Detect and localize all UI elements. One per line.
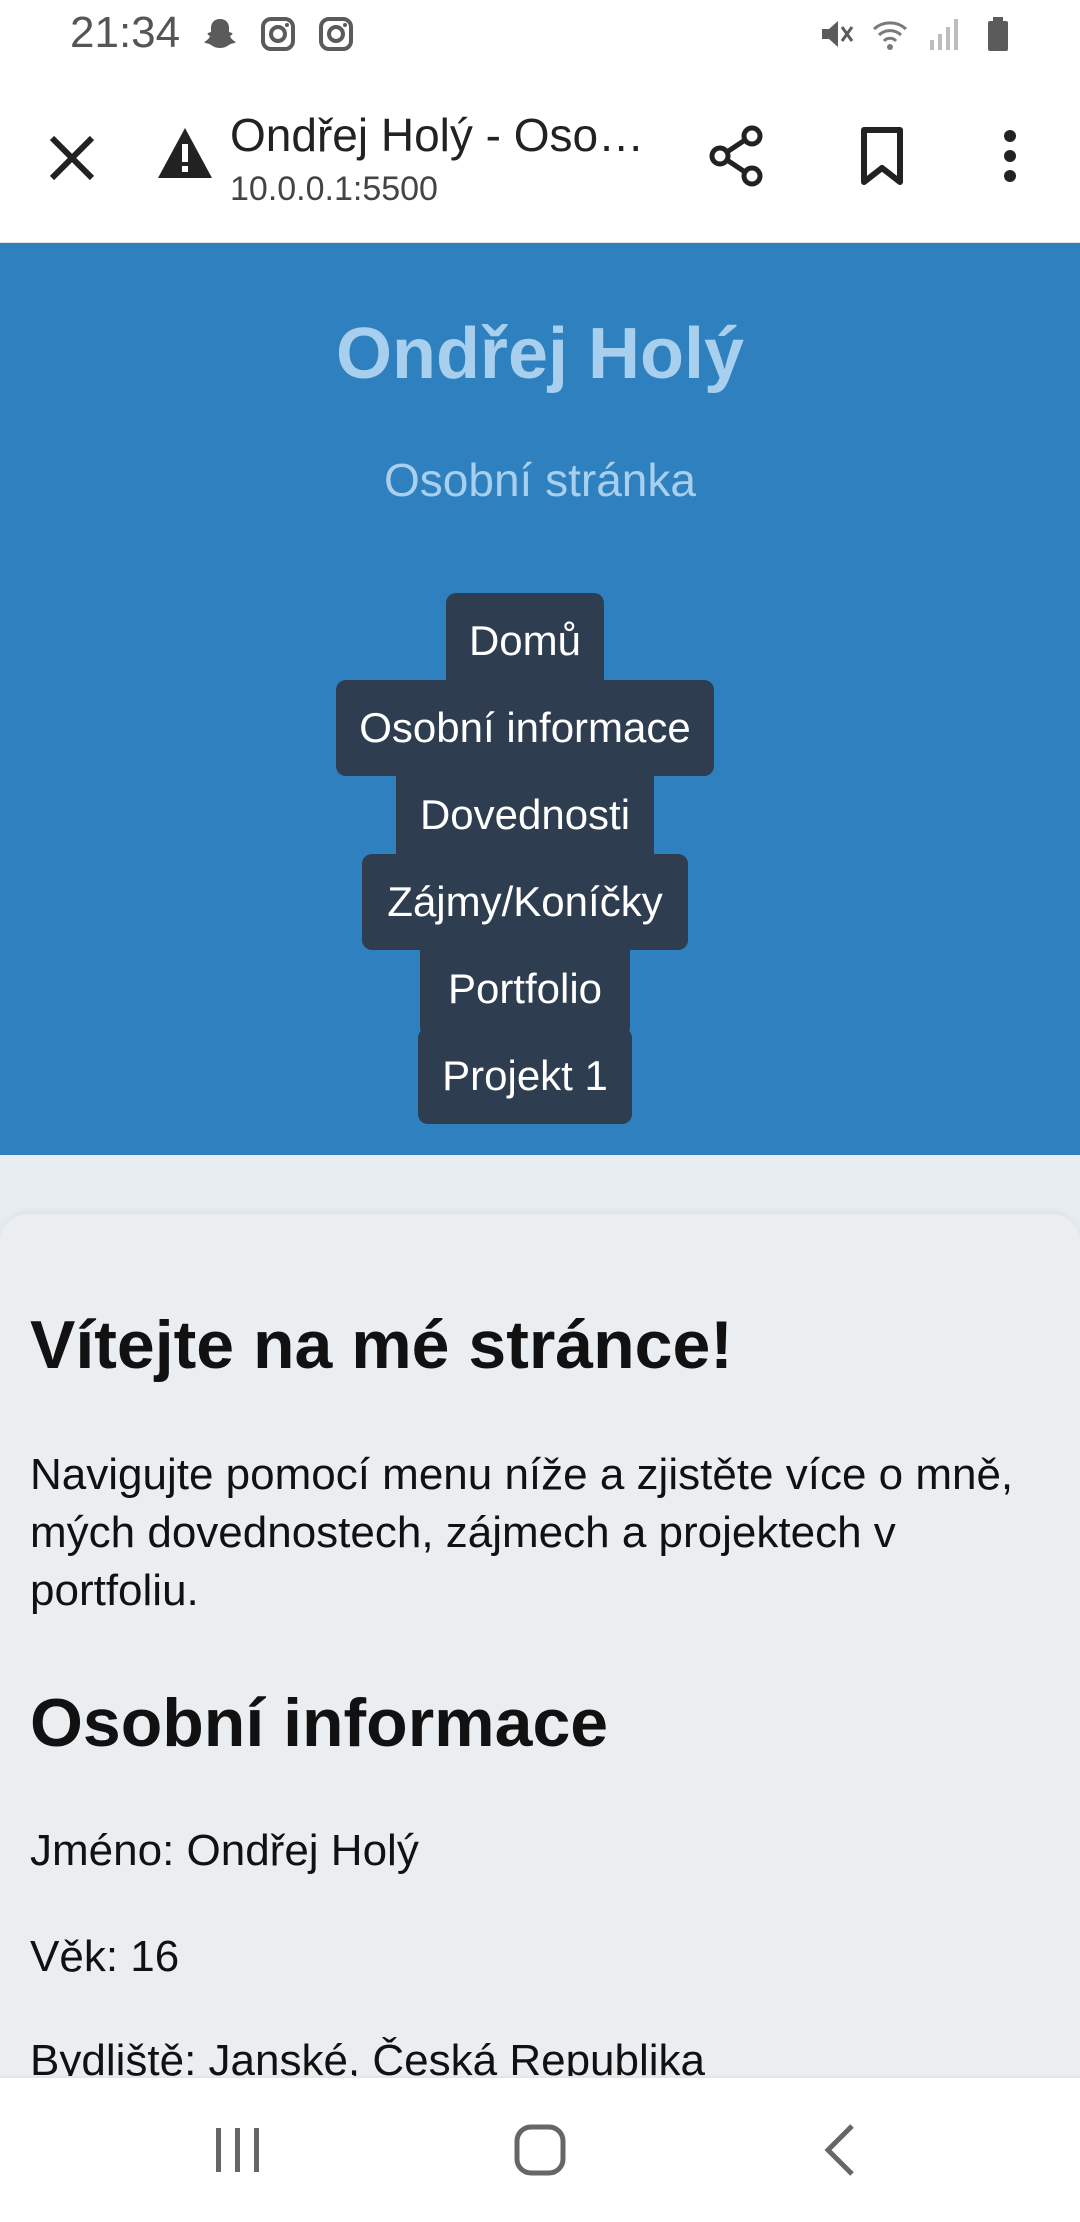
info-age: Věk: 16 — [30, 1932, 180, 1981]
battery-icon — [988, 17, 1008, 51]
warning-icon[interactable] — [156, 124, 214, 182]
bookmark-icon[interactable] — [850, 124, 914, 188]
instagram-icon — [261, 17, 295, 51]
nav-item-dovednosti[interactable]: Dovednosti — [396, 767, 654, 863]
close-icon[interactable] — [42, 128, 102, 188]
system-navigation-bar — [0, 2076, 1080, 2222]
nav-item-osobni-informace[interactable]: Osobní informace — [336, 680, 714, 776]
mute-icon — [822, 21, 854, 47]
home-icon[interactable] — [510, 2120, 570, 2180]
status-time: 21:34 — [70, 8, 181, 57]
browser-url[interactable]: 10.0.0.1:5500 — [230, 170, 438, 209]
browser-toolbar: Ondřej Holý - Oso… 10.0.0.1:5500 — [0, 72, 1080, 244]
signal-icon — [930, 19, 958, 50]
snapchat-icon — [204, 19, 236, 48]
intro-paragraph: Navigujte pomocí menu níže a zjistěte ví… — [30, 1450, 1014, 1615]
site-subtitle: Osobní stránka — [384, 454, 696, 506]
nav-item-domu[interactable]: Domů — [446, 593, 604, 689]
welcome-heading: Vítejte na mé stránce! — [30, 1307, 733, 1383]
personal-info-heading: Osobní informace — [30, 1685, 609, 1761]
site-header: Ondřej Holý Osobní stránka Domů Osobní i… — [0, 243, 1080, 1155]
recent-apps-icon[interactable] — [208, 2120, 268, 2180]
info-name: Jméno: Ondřej Holý — [30, 1826, 419, 1875]
nav-item-projekt-1[interactable]: Projekt 1 — [418, 1028, 632, 1124]
main-content-card: Vítejte na mé stránce! Navigujte pomocí … — [0, 1214, 1080, 2084]
share-icon[interactable] — [706, 124, 770, 188]
site-title: Ondřej Holý — [335, 314, 745, 394]
instagram-icon — [319, 17, 353, 51]
back-icon[interactable] — [812, 2120, 872, 2180]
nav-item-zajmy-konicky[interactable]: Zájmy/Koníčky — [362, 854, 688, 950]
browser-page-title[interactable]: Ondřej Holý - Oso… — [230, 108, 650, 162]
nav-item-portfolio[interactable]: Portfolio — [420, 941, 630, 1037]
status-bar: 21:34 — [0, 0, 1080, 72]
wifi-icon — [873, 21, 907, 50]
more-vertical-icon[interactable] — [978, 124, 1042, 188]
